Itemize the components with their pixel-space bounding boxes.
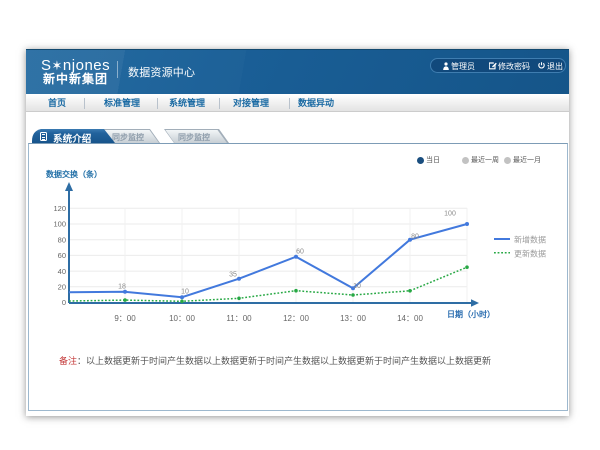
svg-text:40: 40 xyxy=(58,267,66,276)
svg-text:20: 20 xyxy=(58,283,66,292)
svg-text:日期（小时）: 日期（小时） xyxy=(447,309,495,319)
svg-text:10：00: 10：00 xyxy=(169,314,195,323)
svg-text:18: 18 xyxy=(118,284,126,291)
svg-text:数据交换（条）: 数据交换（条） xyxy=(46,169,102,179)
svg-text:9：00: 9：00 xyxy=(114,314,136,323)
svg-text:100: 100 xyxy=(53,220,66,229)
svg-text:14：00: 14：00 xyxy=(397,314,423,323)
svg-text:60: 60 xyxy=(58,251,66,260)
svg-text:11：00: 11：00 xyxy=(226,314,252,323)
svg-text:更新数据: 更新数据 xyxy=(514,248,546,258)
svg-text:13：00: 13：00 xyxy=(340,314,366,323)
svg-text:60: 60 xyxy=(296,249,304,256)
svg-text:80: 80 xyxy=(58,235,66,244)
svg-text:新增数据: 新增数据 xyxy=(514,235,546,245)
svg-text:80: 80 xyxy=(411,234,419,241)
svg-text:0: 0 xyxy=(62,298,66,307)
svg-text:12：00: 12：00 xyxy=(283,314,309,323)
svg-text:100: 100 xyxy=(444,211,456,218)
svg-text:10: 10 xyxy=(353,283,361,290)
svg-text:120: 120 xyxy=(53,204,66,213)
svg-text:10: 10 xyxy=(181,288,189,295)
svg-text:35: 35 xyxy=(229,271,237,278)
